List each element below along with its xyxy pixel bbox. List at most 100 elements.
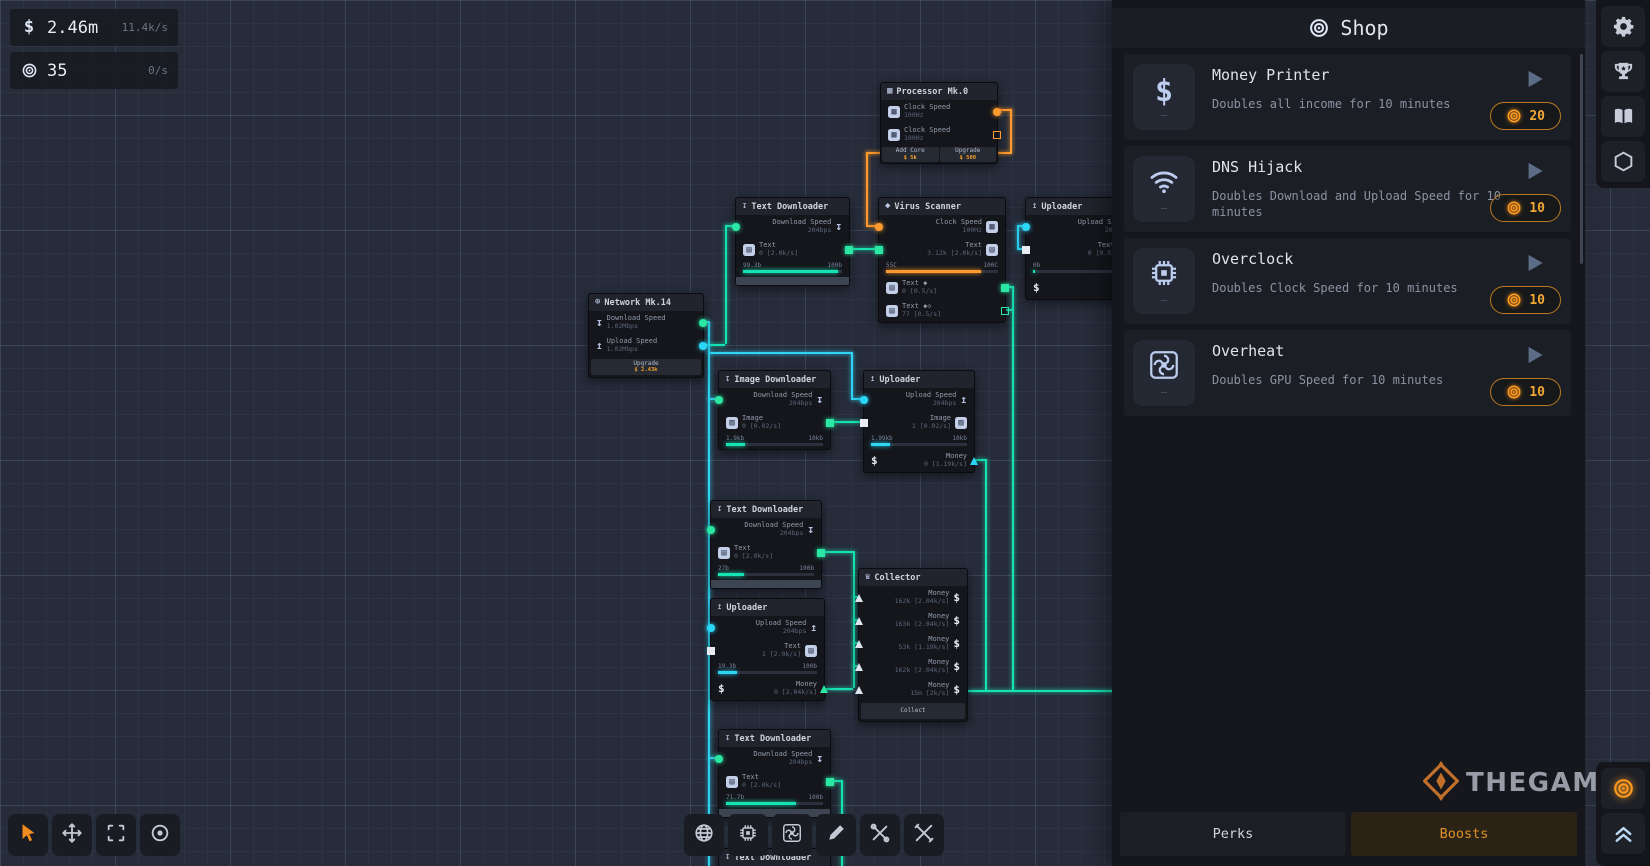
activate-button[interactable] <box>1521 342 1547 368</box>
shop-title: Shop <box>1340 16 1388 40</box>
gdot-port[interactable] <box>707 526 715 534</box>
cursor-icon <box>17 822 39 848</box>
gtri-port[interactable] <box>820 685 828 693</box>
node-buttons: Add Core$ 5kUpgrade$ 500 <box>881 146 997 163</box>
buy-button[interactable]: 10 <box>1490 286 1561 314</box>
gdot-port[interactable] <box>732 223 740 231</box>
gsqo-port[interactable] <box>1001 307 1009 315</box>
cdot-port[interactable] <box>707 624 715 632</box>
price-value: 10 <box>1529 293 1545 308</box>
cdot-port[interactable] <box>699 342 707 350</box>
node-collector[interactable]: ♛CollectorMoney162k [2.04k/s]$Money163k … <box>858 568 968 722</box>
node-uploader-bottom[interactable]: ↥UploaderUpload Speed204bps↥Text1 [2.0k/… <box>710 598 825 701</box>
osqo-port[interactable] <box>993 131 1001 139</box>
gsq-port[interactable] <box>826 419 834 427</box>
node-text-downloader-2[interactable]: ↧Text DownloaderDownload Speed204bps↧▤Te… <box>710 500 822 589</box>
wsq-port[interactable] <box>707 647 715 655</box>
money-rate: 11.4k/s <box>122 21 168 34</box>
wtri-port[interactable] <box>855 640 863 648</box>
activate-button[interactable] <box>1521 158 1547 184</box>
buy-button[interactable]: 10 <box>1490 194 1561 222</box>
node-header: ♛Collector <box>859 569 967 586</box>
odot-port[interactable] <box>993 108 1001 116</box>
download-icon: ↧ <box>725 734 730 743</box>
shop-button[interactable] <box>1601 768 1645 809</box>
select-tool-button[interactable] <box>8 814 48 856</box>
node-uploader-mid[interactable]: ↥UploaderUpload Speed204bps↥Image1 [0.02… <box>863 370 975 473</box>
cdot-port[interactable] <box>1022 223 1030 231</box>
wtri-port[interactable] <box>855 594 863 602</box>
shop-item-icon-tile: — <box>1133 156 1195 222</box>
node-text-downloader-1[interactable]: ↧Text DownloaderDownload Speed204bps↧▤Te… <box>735 197 850 286</box>
progress-current: 0b <box>1033 262 1040 269</box>
achievements-button[interactable] <box>1601 51 1645 92</box>
node-text-downloader-3[interactable]: ↧Text DownloaderDownload Speed204bps↧▤Te… <box>718 729 831 818</box>
node-network[interactable]: ⊕Network Mk.14↧Download Speed1.02Mbps↥Up… <box>588 293 704 378</box>
tab-perks[interactable]: Perks <box>1120 812 1346 856</box>
buy-button[interactable]: 20 <box>1490 102 1561 130</box>
target-tool-button[interactable] <box>140 814 180 856</box>
add-core-button[interactable]: Add Core$ 5k <box>882 147 939 162</box>
upgrade-button[interactable]: Upgrade$ 2.43k <box>591 359 701 375</box>
buy-button[interactable]: 10 <box>1490 378 1561 406</box>
wsq-port[interactable] <box>860 419 868 427</box>
gpu-tab-button[interactable] <box>772 814 812 856</box>
chip-icon: ▦ <box>888 106 900 118</box>
modules-button[interactable] <box>1601 141 1645 182</box>
wtri-port[interactable] <box>855 686 863 694</box>
node-progress: 99.3b100b <box>736 261 849 276</box>
node-title: Uploader <box>879 375 920 385</box>
gsq-port[interactable] <box>845 246 853 254</box>
wsq-port[interactable] <box>1022 246 1030 254</box>
gsq-port[interactable] <box>817 549 825 557</box>
node-progress: 1.9kb10kb <box>719 434 830 449</box>
gsq-port[interactable] <box>826 778 834 786</box>
processor-tab-button[interactable] <box>728 814 768 856</box>
gdot-port[interactable] <box>715 755 723 763</box>
settings-button[interactable] <box>1601 6 1645 47</box>
node-row: ▤Text0 [2.0k/s] <box>719 770 830 793</box>
tab-boosts[interactable]: Boosts <box>1351 812 1577 856</box>
node-virus-scanner[interactable]: ◆Virus ScannerClock Speed100Hz▦Text3.12k… <box>878 197 1006 323</box>
upload-icon: ↥ <box>596 340 603 351</box>
shop-scrollbar[interactable] <box>1580 54 1583 264</box>
node-progress: 1.99kb10kb <box>864 434 974 449</box>
shop-item-icon-tile: — <box>1133 340 1195 406</box>
money-value: 2.46m <box>47 18 98 38</box>
collect-button[interactable]: Collect <box>861 703 965 719</box>
node-processor[interactable]: ▦Processor Mk.0▦Clock Speed100Hz▦Clock S… <box>880 82 998 164</box>
icon-dash: — <box>1161 388 1167 398</box>
target-counter: 35 0/s <box>10 52 178 89</box>
pan-tool-button[interactable] <box>52 814 92 856</box>
sidebar-bottom <box>1596 762 1650 866</box>
upgrade-button[interactable]: Upgrade$ 500 <box>940 147 997 162</box>
network-tab-button[interactable] <box>684 814 724 856</box>
gsq-port[interactable] <box>1001 284 1009 292</box>
pen-tool-button[interactable] <box>816 814 856 856</box>
activate-button[interactable] <box>1521 250 1547 276</box>
node-row-value: 77 [0.5/s] <box>902 311 941 319</box>
ctri-port[interactable] <box>970 457 978 465</box>
node-image-downloader[interactable]: ↧Image DownloaderDownload Speed204bps↧▨I… <box>718 370 831 450</box>
odot-port[interactable] <box>875 223 883 231</box>
button-label: Upgrade <box>955 148 980 155</box>
money-counter: $ 2.46m 11.4k/s <box>10 9 178 46</box>
node-row: Money162k [2.04k/s]$ <box>859 586 967 609</box>
salvage-tab-button[interactable] <box>904 814 944 856</box>
wtri-port[interactable] <box>855 617 863 625</box>
gdot-port[interactable] <box>699 319 707 327</box>
shop-item-dns-hijack: —DNS HijackDoubles Download and Upload S… <box>1124 146 1571 232</box>
cdot-port[interactable] <box>860 396 868 404</box>
codex-button[interactable] <box>1601 96 1645 137</box>
wtri-port[interactable] <box>855 663 863 671</box>
dollar-icon: $ <box>953 637 960 650</box>
box-select-tool-button[interactable] <box>96 814 136 856</box>
upload-icon: ↥ <box>1032 202 1037 211</box>
tools-tab-button[interactable] <box>860 814 900 856</box>
gdot-port[interactable] <box>715 396 723 404</box>
upgrades-button[interactable] <box>1601 813 1645 854</box>
activate-button[interactable] <box>1521 66 1547 92</box>
progress-current: 27b <box>718 565 729 572</box>
icon-dash: — <box>1161 204 1167 214</box>
gsq-port[interactable] <box>875 246 883 254</box>
